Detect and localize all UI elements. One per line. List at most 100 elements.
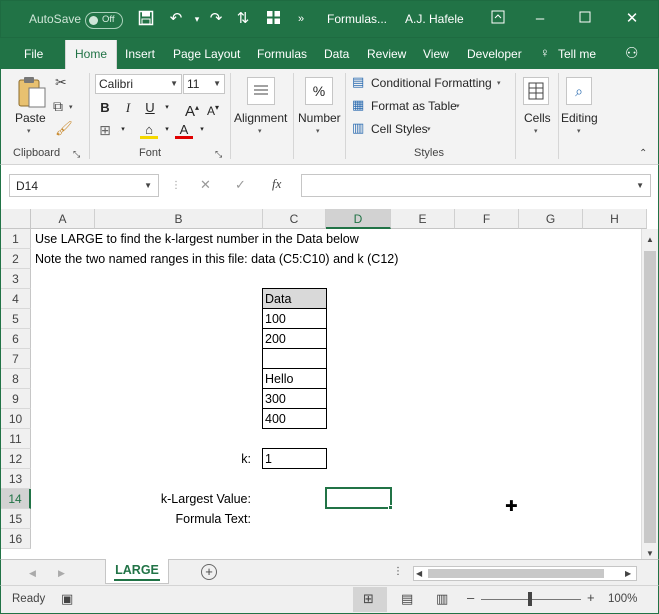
row-header[interactable]: 14 (1, 489, 31, 509)
column-header-a[interactable]: A (31, 209, 95, 229)
zoom-out-icon[interactable]: – (467, 591, 474, 605)
share-icon[interactable]: ⚇ (625, 44, 638, 62)
row-header[interactable]: 15 (1, 509, 31, 529)
column-header-c[interactable]: C (263, 209, 326, 229)
vertical-scrollbar[interactable]: ▲ ▼ (641, 229, 658, 559)
underline-button[interactable]: U (141, 99, 159, 117)
row-header[interactable]: 7 (1, 349, 31, 369)
undo-dropdown-icon[interactable]: ▾ (188, 10, 206, 28)
zoom-level[interactable]: 100% (608, 592, 637, 606)
clipboard-launcher-icon[interactable]: ⤡ (73, 147, 80, 161)
horizontal-scrollbar[interactable]: ◀ ▶ (413, 566, 637, 581)
redo-icon[interactable]: ↷ (207, 10, 225, 28)
row-header[interactable]: 1 (1, 229, 31, 249)
search-icon[interactable]: ⌕ (566, 77, 592, 105)
collapse-ribbon-icon[interactable]: ⌃ (639, 147, 647, 161)
cell-styles-button[interactable]: Cell Styles (371, 122, 428, 136)
close-icon[interactable]: ✕ (623, 10, 641, 28)
ribbon-display-icon[interactable] (489, 10, 507, 28)
row-header[interactable]: 12 (1, 449, 31, 469)
font-color-dropdown-icon[interactable]: ▾ (193, 121, 211, 139)
cell-c8[interactable]: Hello (262, 368, 327, 389)
normal-view-icon[interactable]: ⊞ (363, 592, 374, 606)
sheet-tab-large[interactable]: LARGE (105, 559, 169, 584)
sort-icon[interactable]: ⇅ (234, 10, 252, 28)
page-break-view-icon[interactable]: ▥ (436, 592, 448, 606)
formula-input[interactable]: ▼ (301, 174, 651, 197)
decrease-font-icon[interactable]: A▾ (204, 99, 222, 118)
macro-record-icon[interactable]: ▣ (61, 592, 73, 606)
editing-button[interactable]: Editing (561, 111, 598, 125)
underline-dropdown-icon[interactable]: ▾ (158, 99, 176, 117)
chevron-down-icon[interactable]: ▾ (456, 102, 460, 110)
next-sheet-icon[interactable]: ▶ (58, 566, 65, 580)
format-painter-icon[interactable]: 🖌 (55, 121, 73, 135)
cut-icon[interactable]: ✂ (55, 75, 67, 89)
cell-a1[interactable]: Use LARGE to find the k-largest number i… (33, 229, 359, 249)
add-sheet-icon[interactable]: + (201, 564, 217, 580)
row-header[interactable]: 11 (1, 429, 31, 449)
tab-review[interactable]: Review (367, 47, 406, 61)
row-header[interactable]: 8 (1, 369, 31, 389)
grid-icon[interactable] (264, 10, 282, 28)
user-name[interactable]: A.J. Hafele (405, 12, 464, 26)
scroll-left-icon[interactable]: ◀ (416, 567, 422, 581)
enter-icon[interactable]: ✓ (235, 178, 246, 192)
more-commands-icon[interactable]: » (292, 10, 310, 28)
editing-dropdown-icon[interactable]: ▾ (577, 127, 581, 135)
zoom-in-icon[interactable]: + (587, 591, 595, 605)
column-header-g[interactable]: G (519, 209, 583, 229)
fill-handle[interactable] (388, 505, 393, 510)
cell-b15[interactable]: Formula Text: (95, 509, 255, 529)
font-color-icon[interactable]: A (175, 121, 193, 139)
column-header-e[interactable]: E (391, 209, 455, 229)
format-as-table-button[interactable]: Format as Table (371, 99, 457, 113)
row-header[interactable]: 6 (1, 329, 31, 349)
conditional-formatting-button[interactable]: Conditional Formatting (371, 76, 492, 90)
row-header[interactable]: 3 (1, 269, 31, 289)
font-family-select[interactable]: Calibri ▼ (95, 74, 182, 94)
number-format-icon[interactable]: % (305, 77, 333, 105)
cells-icon[interactable] (523, 77, 549, 105)
tab-page-layout[interactable]: Page Layout (173, 47, 240, 61)
column-header-h[interactable]: H (583, 209, 647, 229)
tab-home[interactable]: Home (65, 40, 118, 69)
scroll-down-icon[interactable]: ▼ (646, 547, 654, 559)
insert-function-icon[interactable]: fx (272, 177, 281, 191)
font-launcher-icon[interactable]: ⤡ (215, 147, 222, 161)
cell-c12[interactable]: 1 (262, 448, 327, 469)
alignment-button[interactable]: Alignment (234, 111, 287, 125)
increase-font-icon[interactable]: A▴ (183, 99, 201, 120)
copy-icon[interactable]: ⧉ (53, 99, 63, 113)
bold-button[interactable]: B (96, 99, 114, 117)
borders-icon[interactable]: ⊞ (96, 121, 114, 139)
cell-b14[interactable]: k-Largest Value: (95, 489, 255, 509)
tell-me-search[interactable]: Tell me (558, 47, 596, 61)
row-header[interactable]: 5 (1, 309, 31, 329)
zoom-slider-thumb[interactable] (528, 592, 532, 606)
tab-insert[interactable]: Insert (125, 47, 155, 61)
number-dropdown-icon[interactable]: ▾ (316, 127, 320, 135)
vertical-scroll-thumb[interactable] (644, 251, 656, 543)
row-header[interactable]: 9 (1, 389, 31, 409)
cells-dropdown-icon[interactable]: ▾ (534, 127, 538, 135)
column-header-f[interactable]: F (455, 209, 519, 229)
cell-b12[interactable]: k: (95, 449, 255, 469)
horizontal-scroll-thumb[interactable] (428, 569, 604, 578)
chevron-down-icon[interactable]: ▼ (636, 181, 644, 190)
cell-c9[interactable]: 300 (262, 388, 327, 409)
alignment-dropdown-icon[interactable]: ▾ (258, 127, 262, 135)
cell-c6[interactable]: 200 (262, 328, 327, 349)
active-cell-d14[interactable] (325, 487, 392, 509)
maximize-icon[interactable] (576, 10, 594, 28)
italic-button[interactable]: I (119, 99, 137, 117)
save-icon[interactable] (137, 10, 155, 28)
select-all-corner[interactable] (1, 209, 31, 229)
scroll-right-icon[interactable]: ▶ (625, 567, 631, 581)
minimize-icon[interactable]: – (531, 10, 549, 28)
copy-dropdown-icon[interactable]: ▾ (69, 101, 73, 115)
row-header[interactable]: 13 (1, 469, 31, 489)
column-header-b[interactable]: B (95, 209, 263, 229)
scroll-up-icon[interactable]: ▲ (646, 233, 654, 247)
page-layout-view-icon[interactable]: ▤ (401, 592, 413, 606)
